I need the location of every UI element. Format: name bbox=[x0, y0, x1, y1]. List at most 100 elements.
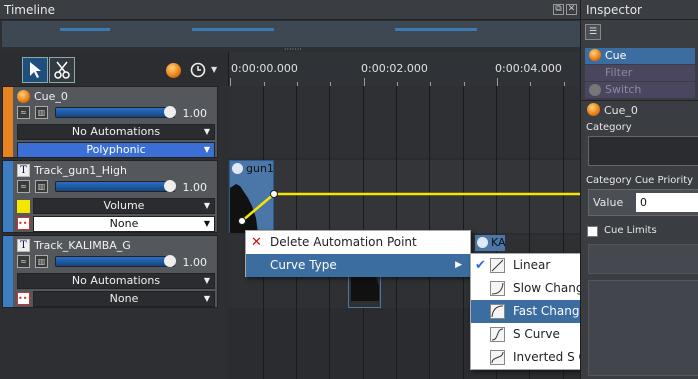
target-value: None bbox=[109, 217, 139, 230]
automation-target-dropdown[interactable]: None ▼ bbox=[33, 291, 215, 307]
automation-color-swatch bbox=[17, 200, 30, 213]
slider-knob[interactable] bbox=[164, 180, 176, 192]
volume-slider[interactable] bbox=[55, 106, 176, 118]
automation-value: No Automations bbox=[71, 274, 161, 287]
track-name: Cue_0 bbox=[34, 89, 68, 103]
scissors-icon bbox=[54, 61, 70, 79]
menu-item-label: S Curve bbox=[513, 327, 560, 341]
cue-tab-button[interactable]: Cue bbox=[585, 48, 695, 64]
track-name: Track_KALIMBA_G bbox=[34, 238, 131, 252]
track-name: Track_gun1_High bbox=[34, 163, 127, 177]
inspector-panel: Inspector ☰ Cue Filter Switch Cue_0 Cate… bbox=[580, 0, 698, 379]
context-menu: ✕ Delete Automation Point Curve Type ▶ bbox=[245, 230, 471, 277]
chevron-down-icon: ▼ bbox=[203, 127, 210, 136]
automation-value: No Automations bbox=[71, 125, 161, 138]
volume-value: 1.00 bbox=[182, 106, 208, 120]
automation-dropdown[interactable]: No Automations ▼ bbox=[17, 124, 215, 140]
slow-change-curve-icon bbox=[490, 281, 505, 296]
scissors-tool-button[interactable] bbox=[49, 57, 75, 83]
priority-group: Value 0 bbox=[588, 189, 698, 216]
overview-clip bbox=[60, 28, 110, 31]
fast-change-curve-icon bbox=[490, 304, 505, 319]
chevron-down-icon: ▼ bbox=[203, 276, 210, 285]
chevron-down-icon[interactable]: ▼ bbox=[211, 65, 217, 74]
inverted-s-curve-icon bbox=[490, 350, 505, 365]
value-label: Value bbox=[593, 196, 624, 209]
playback-mode-dropdown[interactable]: Polyphonic ▼ bbox=[17, 142, 215, 158]
menu-item-label: Linear bbox=[513, 258, 551, 272]
chevron-down-icon: ▼ bbox=[203, 145, 210, 154]
switch-tab-button[interactable]: Switch bbox=[585, 82, 695, 98]
more-icon[interactable]: ••• bbox=[17, 217, 32, 230]
cue-icon bbox=[17, 89, 30, 103]
mode-value: Polyphonic bbox=[86, 143, 146, 156]
filter-tab-button[interactable]: Filter bbox=[585, 65, 695, 81]
chevron-down-icon: ▼ bbox=[203, 201, 210, 210]
clip-icon bbox=[477, 237, 488, 248]
inspector-section bbox=[588, 280, 698, 376]
chevron-down-icon: ▼ bbox=[203, 294, 210, 303]
volume-value: 1.00 bbox=[182, 180, 208, 194]
track-header-kalimba[interactable]: T Track_KALIMBA_G ≈ ▥ 1.00 No Automation… bbox=[2, 235, 218, 308]
cue-limits-checkbox[interactable] bbox=[587, 226, 598, 237]
waveform-icon[interactable]: ≈ bbox=[17, 255, 30, 268]
mute-icon[interactable]: ▥ bbox=[35, 106, 48, 119]
chevron-down-icon: ▼ bbox=[203, 219, 210, 228]
volume-slider[interactable] bbox=[55, 255, 176, 267]
slider-knob[interactable] bbox=[164, 255, 176, 267]
mute-icon[interactable]: ▥ bbox=[35, 180, 48, 193]
menu-item-label: Fast Change bbox=[513, 304, 587, 318]
automation-curve[interactable] bbox=[228, 160, 580, 233]
track-icon: T bbox=[17, 163, 30, 177]
slider-knob[interactable] bbox=[164, 106, 176, 118]
close-icon[interactable]: ✕ bbox=[566, 4, 577, 15]
select-tool-button[interactable] bbox=[22, 57, 48, 83]
more-icon[interactable]: ••• bbox=[17, 292, 32, 305]
priority-label: Category Cue Priority bbox=[586, 175, 694, 186]
menu-item-delete-automation-point[interactable]: ✕ Delete Automation Point bbox=[246, 231, 470, 254]
switch-icon bbox=[589, 84, 601, 96]
filter-tab-label: Filter bbox=[605, 66, 633, 79]
volume-value: 1.00 bbox=[182, 255, 208, 269]
automation-value: Volume bbox=[103, 199, 145, 212]
automation-dropdown[interactable]: No Automations ▼ bbox=[17, 273, 215, 289]
track-color-bar bbox=[3, 161, 13, 232]
cue-name: Cue_0 bbox=[604, 104, 638, 117]
ruler-tick bbox=[497, 78, 498, 86]
track-icon: T bbox=[17, 238, 30, 252]
waveform-icon[interactable]: ≈ bbox=[17, 180, 30, 193]
category-field[interactable] bbox=[588, 136, 698, 166]
cue-icon bbox=[589, 49, 601, 61]
mute-icon[interactable]: ▥ bbox=[35, 255, 48, 268]
dock-icon[interactable]: ⧉ bbox=[553, 4, 564, 15]
cue-tab-label: Cue bbox=[605, 49, 627, 62]
menu-item-label: Delete Automation Point bbox=[270, 235, 417, 249]
ruler-tick-label: 0:00:00.000 bbox=[231, 62, 298, 75]
menu-item-curve-type[interactable]: Curve Type ▶ bbox=[246, 254, 470, 277]
track-header-gun1[interactable]: T Track_gun1_High ≈ ▥ 1.00 Volume ▼ ••• N… bbox=[2, 160, 218, 233]
priority-value-input[interactable]: 0 bbox=[636, 193, 698, 212]
ruler-tick-label: 0:00:04.000 bbox=[495, 62, 562, 75]
clip-name: KA bbox=[491, 236, 506, 249]
checkmark-icon: ✔ bbox=[475, 258, 486, 273]
lane-cue[interactable] bbox=[228, 86, 580, 158]
automation-dropdown[interactable]: Volume ▼ bbox=[33, 198, 215, 214]
record-cue-icon[interactable] bbox=[166, 63, 181, 78]
track-color-bar bbox=[3, 87, 13, 157]
ruler-tick bbox=[230, 78, 231, 86]
automation-target-dropdown[interactable]: None ▼ bbox=[33, 216, 215, 232]
chevron-right-icon: ▶ bbox=[455, 260, 462, 270]
list-view-icon[interactable]: ☰ bbox=[585, 24, 601, 40]
time-ruler[interactable]: 0:00:00.000 0:00:02.000 0:00:04.000 bbox=[228, 52, 580, 86]
category-label: Category bbox=[586, 122, 632, 133]
clock-icon[interactable] bbox=[190, 62, 206, 78]
track-header-cue[interactable]: Cue_0 ≈ ▥ 1.00 No Automations ▼ Polyphoni… bbox=[2, 86, 218, 158]
timeline-overview[interactable] bbox=[2, 21, 580, 47]
timeline-titlebar: Timeline ⧉ ✕ bbox=[0, 0, 580, 20]
target-value: None bbox=[109, 292, 139, 305]
clip-kalimba-header[interactable]: KA bbox=[475, 235, 506, 251]
waveform-icon[interactable]: ≈ bbox=[17, 106, 30, 119]
cue-limits-group bbox=[588, 244, 698, 274]
s-curve-icon bbox=[490, 327, 505, 342]
volume-slider[interactable] bbox=[55, 180, 176, 192]
